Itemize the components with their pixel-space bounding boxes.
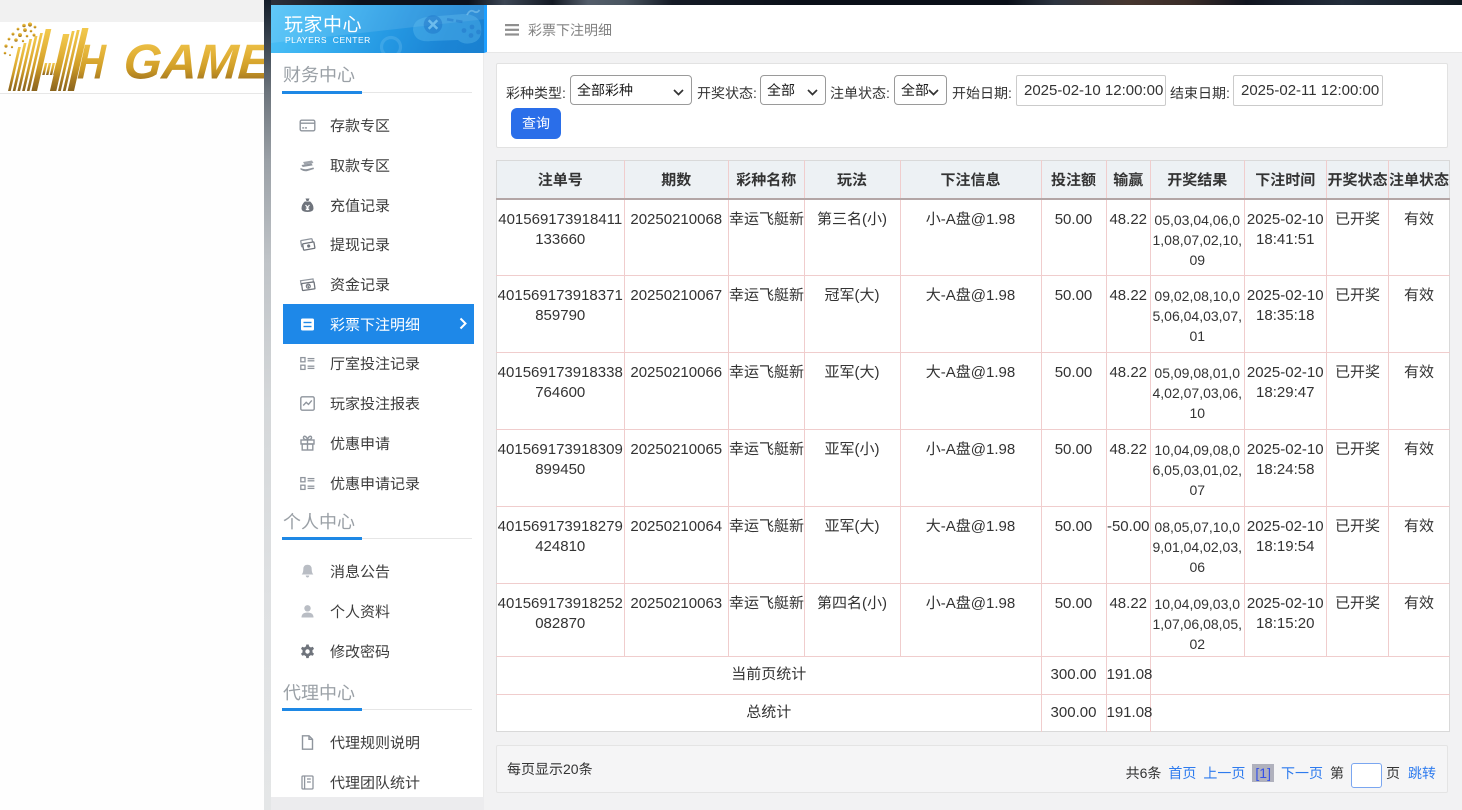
svg-text:GAME: GAME [122,36,265,90]
svg-text:H: H [76,36,108,90]
